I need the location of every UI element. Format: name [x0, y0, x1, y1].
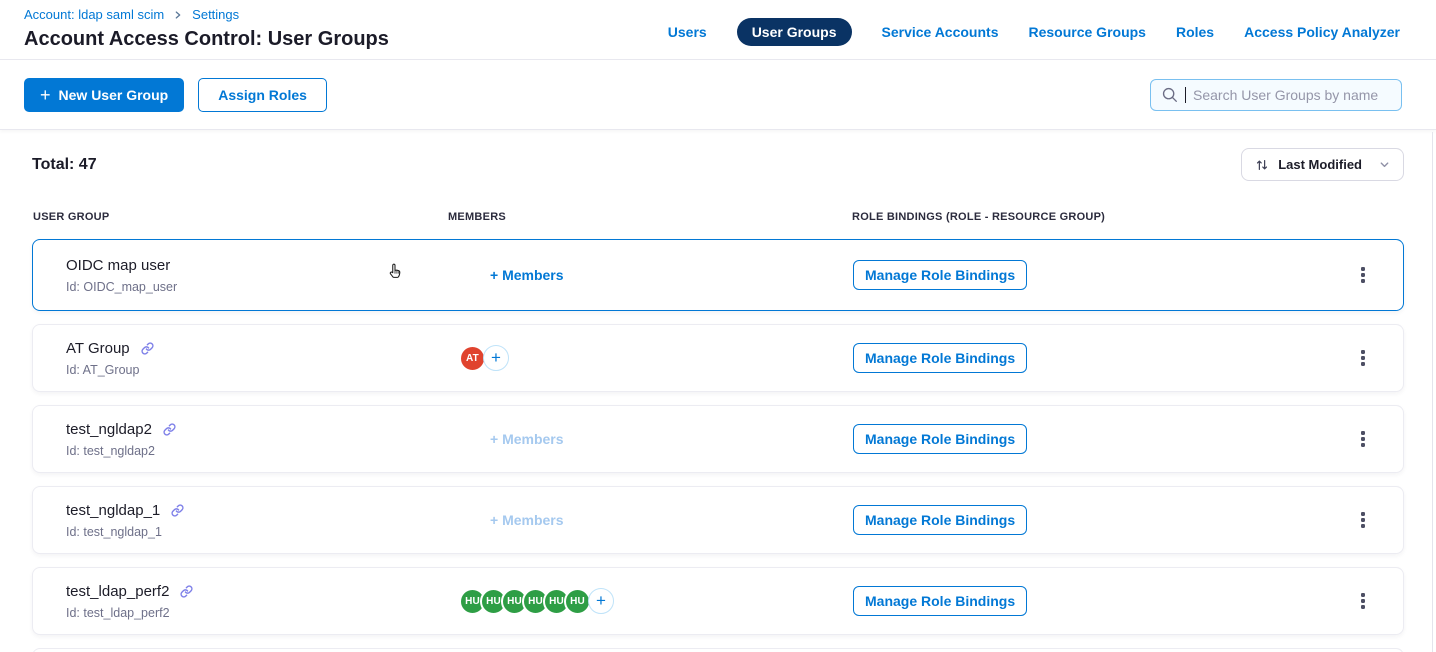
summary-row: Total: 47 Last Modified [32, 148, 1404, 181]
total-count: Total: 47 [32, 156, 97, 174]
table-header-row: USER GROUP MEMBERS ROLE BINDINGS (ROLE -… [32, 211, 1404, 223]
page-title: Account Access Control: User Groups [24, 28, 389, 51]
column-header-user-group: USER GROUP [33, 211, 448, 223]
access-control-tabs: Users User Groups Service Accounts Resou… [668, 18, 1400, 46]
assign-roles-button[interactable]: Assign Roles [198, 78, 327, 112]
members-cell: + Members [459, 431, 851, 447]
members-avatar-group: AT+ [459, 345, 851, 372]
role-bindings-cell: Manage Role Bindings [851, 424, 1331, 454]
new-user-group-button[interactable]: + New User Group [24, 78, 184, 112]
manage-role-bindings-button[interactable]: Manage Role Bindings [853, 505, 1027, 535]
user-group-id: Id: OIDC_map_user [66, 280, 459, 294]
members-cell: AT+ [459, 345, 851, 372]
tab-service-accounts[interactable]: Service Accounts [882, 24, 999, 40]
user-group-row[interactable]: OIDC map user Id: OIDC_map_user + Member… [32, 239, 1404, 311]
user-group-row[interactable]: test_ngldap2 Id: test_ngldap2 + Members … [32, 405, 1404, 473]
user-group-name-cell: test_ngldap_1 Id: test_ngldap_1 [33, 502, 459, 539]
add-members-link: + Members [459, 431, 851, 447]
manage-role-bindings-button[interactable]: Manage Role Bindings [853, 424, 1027, 454]
manage-role-bindings-button[interactable]: Manage Role Bindings [853, 586, 1027, 616]
members-cell: + Members [459, 267, 851, 283]
user-group-id: Id: test_ldap_perf2 [66, 606, 459, 620]
user-group-name-cell: test_ngldap2 Id: test_ngldap2 [33, 421, 459, 458]
tab-user-groups[interactable]: User Groups [737, 18, 852, 46]
link-icon [141, 342, 154, 355]
tab-users[interactable]: Users [668, 24, 707, 40]
tab-roles[interactable]: Roles [1176, 24, 1214, 40]
add-members-link[interactable]: + Members [459, 267, 851, 283]
members-avatar-group: HUHUHUHUHUHU+ [459, 588, 851, 615]
user-group-name: test_ngldap_1 [66, 502, 160, 519]
user-group-list: OIDC map user Id: OIDC_map_user + Member… [32, 239, 1404, 635]
link-icon [163, 423, 176, 436]
scrollbar-track[interactable] [1432, 132, 1433, 652]
sort-icon [1255, 158, 1269, 172]
row-menu-button[interactable] [1351, 259, 1375, 291]
role-bindings-cell: Manage Role Bindings [851, 505, 1331, 535]
user-group-name-cell: OIDC map user Id: OIDC_map_user [33, 257, 459, 294]
manage-role-bindings-button[interactable]: Manage Role Bindings [853, 343, 1027, 373]
sort-selected-label: Last Modified [1278, 157, 1362, 172]
role-bindings-cell: Manage Role Bindings [851, 343, 1331, 373]
role-bindings-cell: Manage Role Bindings [851, 586, 1331, 616]
page-header: Account: ldap saml scim Settings Account… [0, 0, 1436, 60]
user-group-id: Id: test_ngldap2 [66, 444, 459, 458]
sort-dropdown[interactable]: Last Modified [1241, 148, 1404, 181]
tab-access-policy-analyzer[interactable]: Access Policy Analyzer [1244, 24, 1400, 40]
breadcrumb: Account: ldap saml scim Settings [24, 7, 389, 22]
plus-icon: + [40, 86, 51, 104]
chevron-right-icon [173, 10, 183, 20]
user-group-id: Id: AT_Group [66, 363, 459, 377]
user-group-name: OIDC map user [66, 257, 170, 274]
user-group-name-cell: AT Group Id: AT_Group [33, 340, 459, 377]
header-left: Account: ldap saml scim Settings Account… [24, 7, 389, 51]
add-member-button[interactable]: + [483, 345, 509, 371]
chevron-down-icon [1379, 159, 1390, 170]
breadcrumb-settings-link[interactable]: Settings [192, 7, 239, 22]
text-caret [1185, 87, 1186, 103]
next-row-partial [32, 648, 1404, 652]
breadcrumb-account-link[interactable]: Account: ldap saml scim [24, 7, 164, 22]
new-user-group-label: New User Group [59, 87, 169, 103]
manage-role-bindings-button[interactable]: Manage Role Bindings [853, 260, 1027, 290]
column-header-role-bindings: ROLE BINDINGS (ROLE - RESOURCE GROUP) [852, 211, 1404, 223]
row-menu-button[interactable] [1351, 585, 1375, 617]
row-menu-button[interactable] [1351, 504, 1375, 536]
member-avatar[interactable]: HU [564, 588, 591, 615]
members-cell: + Members [459, 512, 851, 528]
user-group-name: test_ldap_perf2 [66, 583, 169, 600]
search-box[interactable] [1150, 79, 1402, 111]
members-cell: HUHUHUHUHUHU+ [459, 588, 851, 615]
tab-resource-groups[interactable]: Resource Groups [1028, 24, 1145, 40]
toolbar: + New User Group Assign Roles [0, 60, 1436, 130]
row-menu-button[interactable] [1351, 342, 1375, 374]
toolbar-actions: + New User Group Assign Roles [24, 78, 327, 112]
link-icon [180, 585, 193, 598]
add-member-button[interactable]: + [588, 588, 614, 614]
role-bindings-cell: Manage Role Bindings [851, 260, 1331, 290]
column-header-members: MEMBERS [448, 211, 852, 223]
user-groups-content: Total: 47 Last Modified USER GROUP MEMBE… [0, 130, 1436, 652]
member-avatar[interactable]: AT [459, 345, 486, 372]
search-icon [1161, 86, 1178, 103]
user-group-name-cell: test_ldap_perf2 Id: test_ldap_perf2 [33, 583, 459, 620]
add-members-link: + Members [459, 512, 851, 528]
user-group-row[interactable]: test_ldap_perf2 Id: test_ldap_perf2 HUHU… [32, 567, 1404, 635]
search-input[interactable] [1193, 87, 1391, 103]
link-icon [171, 504, 184, 517]
user-group-name: AT Group [66, 340, 130, 357]
user-group-row[interactable]: test_ngldap_1 Id: test_ngldap_1 + Member… [32, 486, 1404, 554]
user-group-id: Id: test_ngldap_1 [66, 525, 459, 539]
user-group-row[interactable]: AT Group Id: AT_Group AT+ Manage Role Bi… [32, 324, 1404, 392]
row-menu-button[interactable] [1351, 423, 1375, 455]
user-group-name: test_ngldap2 [66, 421, 152, 438]
